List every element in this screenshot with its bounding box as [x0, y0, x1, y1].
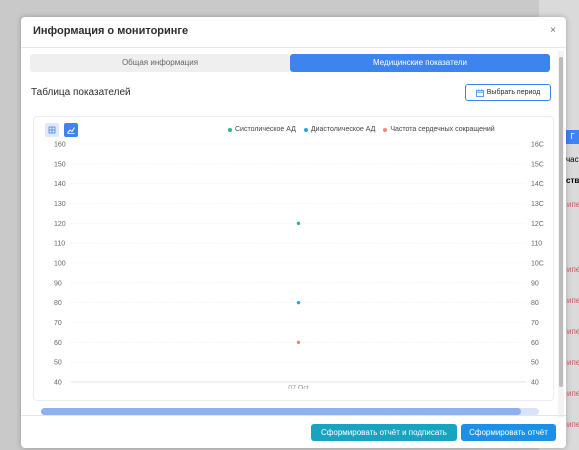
- modal-title: Информация о мониторинге: [33, 25, 189, 37]
- chart-view-button[interactable]: [64, 123, 78, 137]
- data-point-1: [296, 300, 301, 305]
- bg-fragment: ипе: [567, 200, 579, 209]
- y-tick-label-right: 50: [531, 360, 539, 367]
- chart-scroll-thumb[interactable]: [41, 408, 521, 415]
- y-tick-label-right: 10C: [531, 261, 544, 268]
- modal-footer: Сформировать отчёт и подписать Сформиров…: [21, 415, 566, 449]
- generate-and-sign-report-button[interactable]: Сформировать отчёт и подписать: [311, 424, 457, 441]
- bg-fragment: ипе: [567, 327, 579, 336]
- legend-dot-systolic: [228, 127, 232, 132]
- y-tick-label-right: 110: [531, 241, 542, 248]
- table-view-button[interactable]: [45, 123, 59, 137]
- calendar-icon: [475, 89, 484, 97]
- tab-general-info[interactable]: Общая информация: [30, 54, 290, 72]
- y-tick-label-left: 80: [54, 300, 62, 307]
- legend-label: Частота сердечных сокращений: [390, 126, 495, 133]
- generate-report-button[interactable]: Сформировать отчёт: [461, 424, 556, 441]
- chart-horizontal-scrollbar[interactable]: [41, 408, 539, 415]
- bg-fragment: ипе: [567, 420, 579, 429]
- monitoring-modal: Информация о мониторинге × Общая информа…: [21, 17, 566, 448]
- legend-label: Систолическое АД: [235, 126, 296, 133]
- y-tick-label-right: 12C: [531, 221, 544, 228]
- y-tick-label-left: 120: [54, 221, 66, 228]
- select-period-button[interactable]: Выбрать период: [465, 84, 551, 101]
- tab-medical-indicators[interactable]: Медицинские показатели: [290, 54, 550, 72]
- y-tick-label-right: 16C: [531, 142, 544, 149]
- y-tick-label-left: 130: [54, 201, 66, 208]
- y-tick-label-left: 150: [54, 161, 66, 168]
- chart-plot: 160 16C 150 15C 140 14C 130 13C 120 12C 110 110 100 1…: [54, 142, 544, 390]
- y-tick-label-right: 90: [531, 280, 539, 287]
- bg-fragment: ипе: [567, 296, 579, 305]
- data-point-0: [296, 221, 301, 226]
- bg-fragment: ипе: [567, 358, 579, 367]
- close-icon[interactable]: ×: [550, 25, 556, 36]
- grid-icon: [48, 126, 56, 134]
- bg-fragment: час: [566, 155, 579, 164]
- bg-fragment: ипе: [567, 265, 579, 274]
- legend-item[interactable]: Систолическое АД: [228, 126, 296, 133]
- modal-scroll-thumb[interactable]: [559, 57, 563, 387]
- y-tick-label-left: 90: [54, 280, 62, 287]
- tab-bar: Общая информация Медицинские показатели: [30, 54, 550, 72]
- data-point-2: [296, 340, 301, 345]
- y-tick-label-left: 50: [54, 360, 62, 367]
- y-tick-label-right: 40: [531, 380, 539, 387]
- modal-header: Информация о мониторинге ×: [21, 17, 566, 48]
- x-tick-label: 07 Oct: [288, 385, 309, 389]
- y-tick-label-right: 15C: [531, 161, 544, 168]
- select-period-label: Выбрать период: [486, 89, 541, 96]
- y-tick-label-right: 80: [531, 300, 539, 307]
- legend-dot-diastolic: [303, 127, 308, 132]
- chart-legend: Систолическое АД Диастолическое АД Часто…: [228, 126, 495, 133]
- y-tick-label-right: 13C: [531, 201, 544, 208]
- y-tick-label-right: 70: [531, 320, 539, 327]
- y-tick-label-right: 60: [531, 340, 539, 347]
- section-title: Таблица показателей: [31, 87, 131, 98]
- legend-item[interactable]: Диастолическое АД: [303, 126, 376, 133]
- y-tick-label-right: 14C: [531, 181, 544, 188]
- y-tick-label-left: 60: [54, 340, 62, 347]
- chart-icon: [67, 127, 75, 134]
- modal-vertical-scrollbar[interactable]: [558, 51, 564, 417]
- y-tick-label-left: 70: [54, 320, 62, 327]
- y-tick-label-left: 110: [54, 241, 65, 248]
- y-tick-label-left: 100: [54, 261, 66, 268]
- chart-card: Систолическое АД Диастолическое АД Часто…: [33, 116, 554, 401]
- bg-fragment: ипе: [567, 389, 579, 398]
- legend-label: Диастолическое АД: [310, 126, 376, 133]
- bg-fragment: Г: [566, 130, 579, 144]
- y-tick-label-left: 40: [54, 380, 62, 387]
- y-tick-label-left: 160: [54, 142, 66, 149]
- y-tick-label-left: 140: [54, 181, 66, 188]
- legend-item[interactable]: Частота сердечных сокращений: [383, 126, 495, 133]
- bg-fragment: ств: [566, 176, 579, 185]
- legend-dot-heart-rate: [383, 127, 388, 132]
